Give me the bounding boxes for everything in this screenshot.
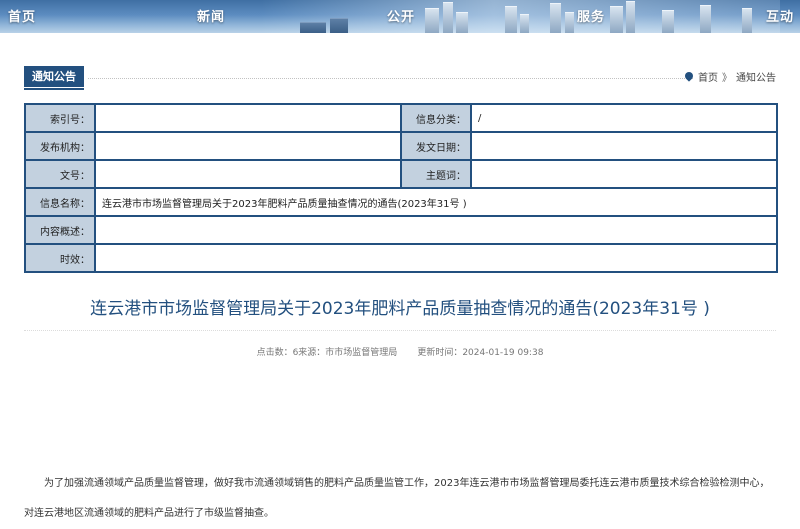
validity-label: 时效： — [24, 243, 96, 273]
nav-public[interactable]: 公开 — [387, 6, 415, 25]
nav-news[interactable]: 新闻 — [197, 6, 225, 25]
update-time: 更新时间：2024-01-19 09:38 — [417, 348, 544, 358]
info-table: 索引号： 信息分类： / 发布机构： 发文日期： 文号： 主题词： 信息名称： … — [24, 103, 778, 273]
section-header: 通知公告 首页》通知公告 — [24, 66, 776, 90]
doc-no-value — [94, 159, 402, 189]
issue-date-value — [470, 131, 778, 161]
issue-date-label: 发文日期： — [400, 131, 472, 161]
banner-building — [300, 22, 326, 33]
section-title: 通知公告 — [24, 66, 84, 90]
nav-service[interactable]: 服务 — [577, 6, 605, 25]
subject-terms-label: 主题词： — [400, 159, 472, 189]
content-summary-label: 内容概述： — [24, 215, 96, 245]
banner-building — [505, 6, 517, 33]
index-no-value — [94, 103, 402, 133]
article-title: 连云港市市场监督管理局关于2023年肥料产品质量抽查情况的通告(2023年31号… — [0, 294, 800, 331]
top-banner: 首页 新闻 公开 服务 互动 — [0, 0, 800, 33]
table-row: 发布机构： 发文日期： — [24, 131, 778, 161]
header-divider — [88, 78, 693, 79]
article-source: 来源：市市场监督管理局 — [298, 348, 398, 358]
info-name-label: 信息名称： — [24, 187, 96, 217]
breadcrumb-current[interactable]: 通知公告 — [736, 73, 776, 84]
index-no-label: 索引号： — [24, 103, 96, 133]
info-category-label: 信息分类： — [400, 103, 472, 133]
subject-terms-value — [470, 159, 778, 189]
publisher-label: 发布机构： — [24, 131, 96, 161]
breadcrumb-home[interactable]: 首页 — [698, 73, 718, 84]
article-paragraph: 为了加强流通领域产品质量监督管理，做好我市流通领域销售的肥料产品质量监管工作，2… — [24, 478, 770, 519]
banner-building — [565, 12, 574, 33]
banner-building — [425, 8, 439, 33]
location-pin-icon — [683, 70, 695, 82]
publisher-value — [94, 131, 402, 161]
breadcrumb-separator: 》 — [722, 73, 732, 84]
doc-no-label: 文号： — [24, 159, 96, 189]
breadcrumb: 首页》通知公告 — [683, 69, 776, 84]
table-row: 时效： — [24, 243, 778, 273]
table-row: 索引号： 信息分类： / — [24, 103, 778, 133]
banner-building — [662, 10, 674, 33]
info-name-value: 连云港市市场监督管理局关于2023年肥料产品质量抽查情况的通告(2023年31号… — [94, 187, 778, 217]
nav-home[interactable]: 首页 — [8, 6, 36, 25]
article-meta: 点击数：6来源：市市场监督管理局 更新时间：2024-01-19 09:38 — [0, 345, 800, 358]
banner-building — [443, 2, 453, 33]
banner-building — [520, 14, 529, 33]
banner-building — [330, 18, 348, 33]
content-summary-value — [94, 215, 778, 245]
table-row: 信息名称： 连云港市市场监督管理局关于2023年肥料产品质量抽查情况的通告(20… — [24, 187, 778, 217]
banner-building — [610, 6, 623, 33]
click-count: 点击数：6 — [256, 348, 299, 358]
banner-building — [550, 3, 561, 33]
info-category-value: / — [470, 103, 778, 133]
banner-building — [700, 5, 711, 33]
table-row: 文号： 主题词： — [24, 159, 778, 189]
nav-interact[interactable]: 互动 — [766, 6, 794, 25]
validity-value — [94, 243, 778, 273]
table-row: 内容概述： — [24, 215, 778, 245]
banner-building — [626, 1, 635, 33]
banner-building — [456, 12, 468, 33]
banner-building — [742, 8, 752, 33]
